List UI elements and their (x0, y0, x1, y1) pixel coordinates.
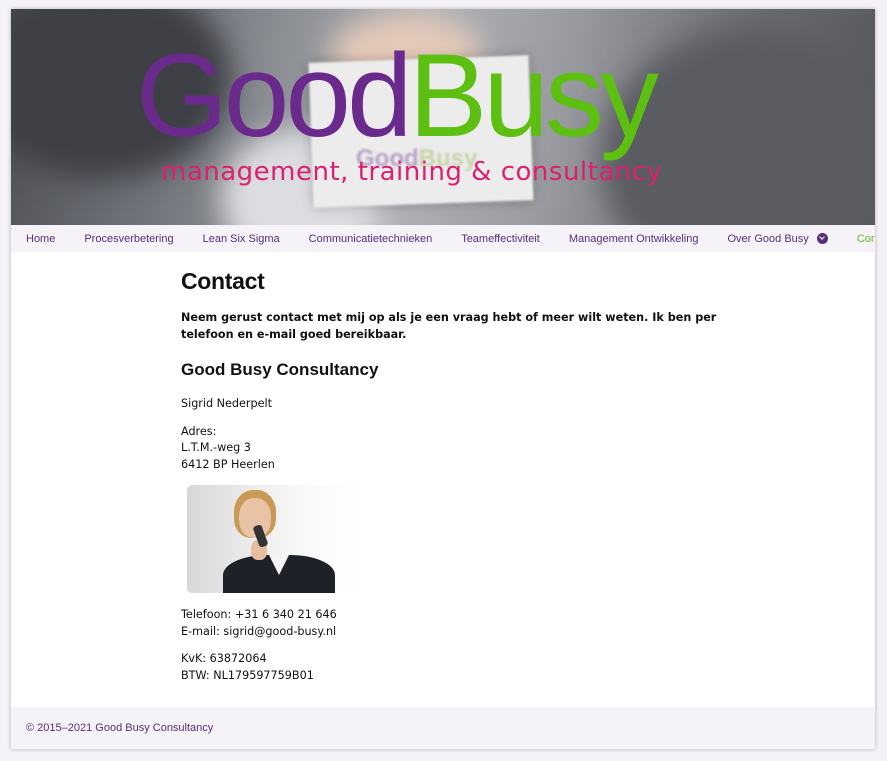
site-footer: © 2015–2021 Good Busy Consultancy (11, 707, 875, 749)
address-city: 6412 BP Heerlen (181, 457, 275, 471)
contact-photo (187, 485, 364, 593)
address-street: L.T.M.-weg 3 (181, 441, 251, 454)
logo-busy-text: Busy (408, 30, 659, 162)
phone-text: Telefoon: +31 6 340 21 646 (181, 608, 337, 621)
site-logo[interactable]: GoodBusy (136, 37, 659, 155)
company-heading: Good Busy Consultancy (181, 360, 379, 379)
nav-item-label: Communicatietechnieken (308, 232, 433, 245)
main-content: Contact Neem gerust contact met mij op a… (181, 267, 721, 695)
intro-text: Neem gerust contact met mij op als je ee… (181, 311, 717, 341)
nav-item-home[interactable]: Home (26, 233, 55, 245)
nav-item-procesverbetering[interactable]: Procesverbetering (84, 233, 173, 245)
address-block: Adres: L.T.M.-weg 3 6412 BP Heerlen (181, 424, 721, 474)
nav-item-over-good-busy[interactable]: Over Good Busy (727, 232, 828, 245)
nav-item-management-ontwikkeling[interactable]: Management Ontwikkeling (569, 233, 699, 245)
nav-item-label: Procesverbetering (84, 232, 174, 245)
header-banner[interactable]: GoodBusy GoodBusy management, training &… (11, 9, 875, 225)
nav-item-lean-six-sigma[interactable]: Lean Six Sigma (203, 233, 280, 245)
kvk-text: KvK: 63872064 (181, 652, 267, 665)
email-text[interactable]: E-mail: sigrid@good-busy.nl (181, 625, 336, 638)
logo-good-text: Good (136, 30, 413, 162)
footer-copyright: © 2015–2021 Good Busy Consultancy (26, 722, 214, 734)
btw-text: BTW: NL179597759B01 (181, 668, 314, 682)
nav-item-label: Management Ontwikkeling (568, 232, 699, 245)
address-label: Adres: (181, 424, 217, 438)
page-title: Contact (181, 268, 265, 294)
nav-item-label: Contact (856, 232, 875, 245)
contact-details: Telefoon: +31 6 340 21 646 E-mail: sigri… (181, 607, 721, 640)
nav-item-label: Over Good Busy (727, 232, 809, 245)
page: GoodBusy GoodBusy management, training &… (11, 9, 875, 749)
nav-item-label: Home (26, 232, 56, 245)
main-navigation: Home Procesverbetering Lean Six Sigma Co… (11, 225, 875, 252)
contact-name: Sigrid Nederpelt (181, 397, 272, 410)
chevron-down-icon[interactable] (816, 233, 828, 244)
registration-details: KvK: 63872064 BTW: NL179597759B01 (181, 651, 721, 684)
nav-item-label: Lean Six Sigma (202, 232, 280, 245)
nav-item-teameffectiviteit[interactable]: Teameffectiviteit (461, 233, 540, 245)
nav-item-label: Teameffectiviteit (461, 232, 540, 245)
site-tagline: management, training & consultancy (161, 157, 663, 187)
nav-item-communicatietechnieken[interactable]: Communicatietechnieken (309, 233, 433, 245)
nav-item-contact[interactable]: Contact (857, 233, 875, 245)
